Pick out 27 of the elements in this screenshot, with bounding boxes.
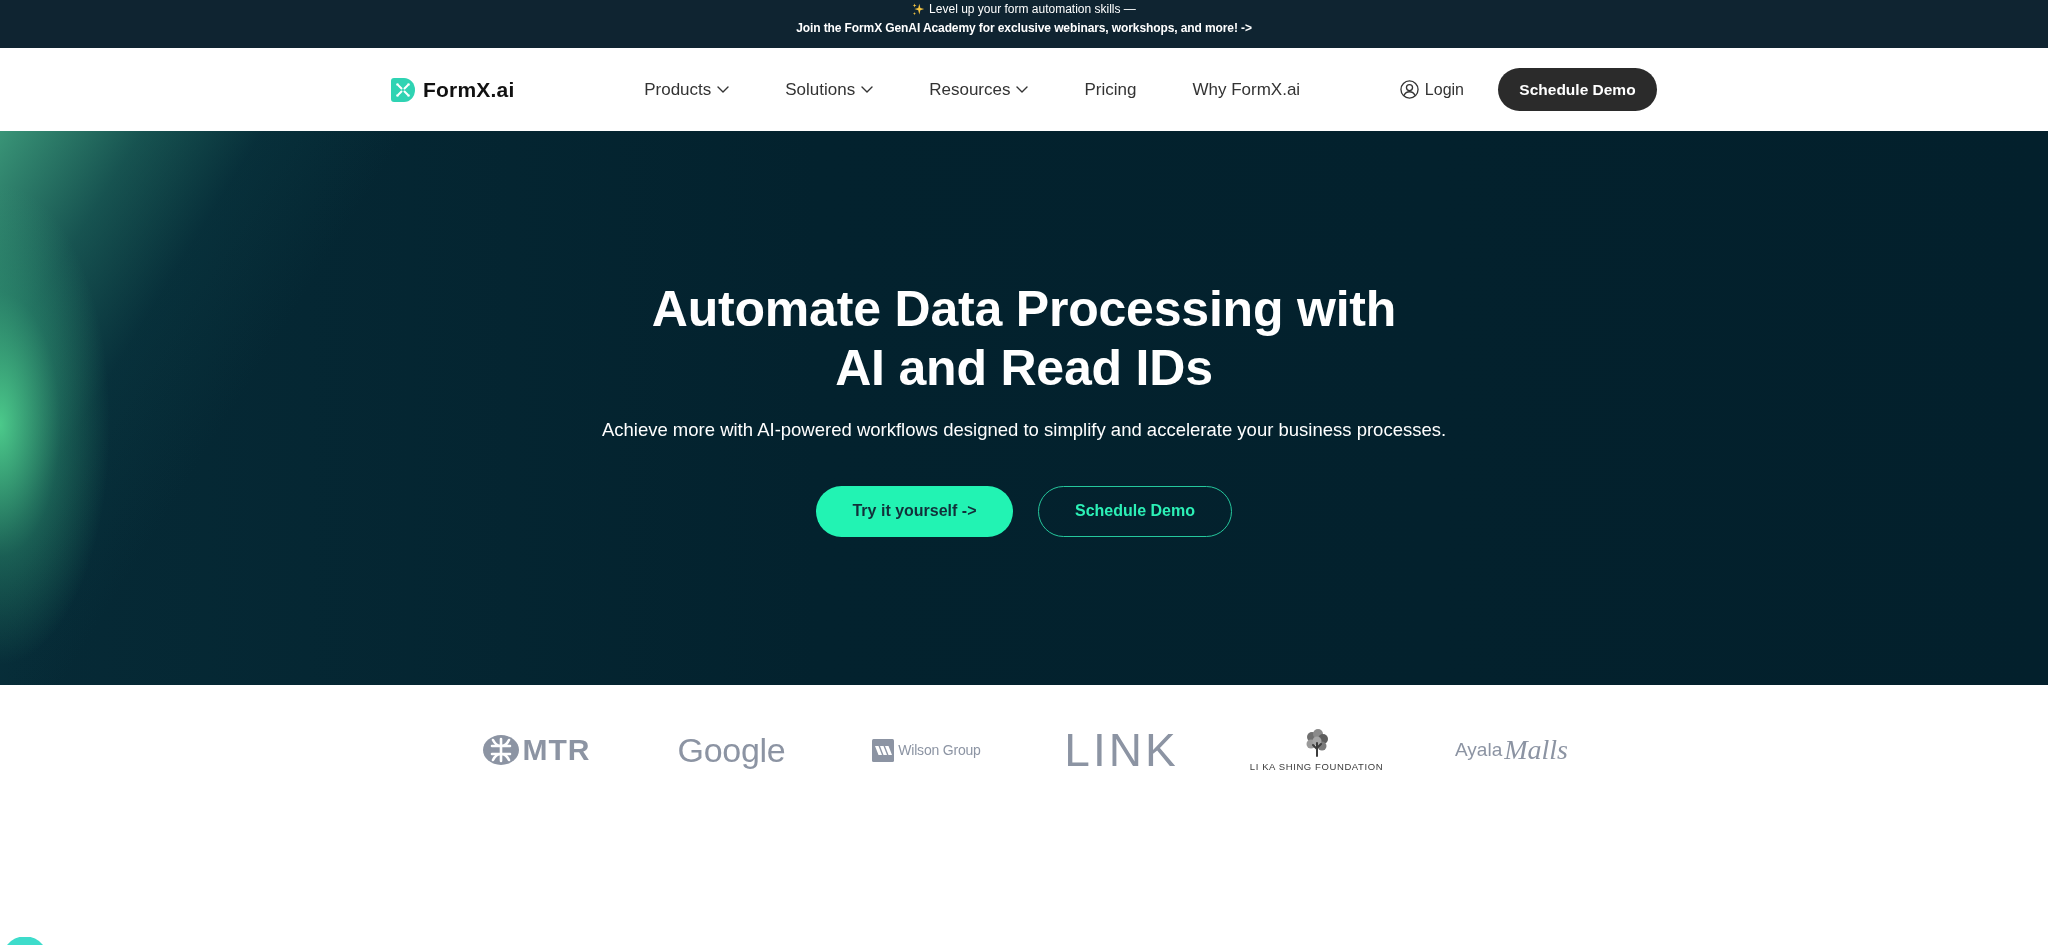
logo-script-wordmark: Malls [1504, 734, 1568, 766]
nav-link[interactable]: Solutions [785, 79, 874, 100]
schedule-demo-button[interactable]: Schedule Demo [1498, 68, 1657, 111]
brand-logo-link[interactable]: FormX.ai [391, 77, 515, 102]
hero-subtitle: Achieve more with AI-powered workflows designed to simplify and accelerate your business processes. [601, 417, 1447, 442]
banner-text: Level up your form automation skills — [929, 1, 1136, 18]
logo-wordmark: Ayala [1455, 739, 1503, 761]
login-link[interactable]: Login [1399, 80, 1464, 99]
logo-wordmark: Wilson Group [898, 742, 981, 758]
logo-icon [391, 77, 415, 102]
nav-link[interactable]: Resources [929, 79, 1029, 100]
sparkle-icon [912, 3, 926, 16]
chat-launcher-button[interactable] [7, 937, 43, 945]
nav-link[interactable]: Pricing [1084, 79, 1137, 100]
logo-wordmark: LINK [1064, 727, 1179, 773]
primary-button[interactable]: Try it yourself -> [816, 485, 1013, 537]
user-icon [1399, 80, 1419, 99]
hero-heading: Automate Data Processing with AI and Read IDs [650, 279, 1398, 398]
logo-wordmark: MTR [522, 735, 591, 765]
nav-link[interactable]: Products [644, 79, 730, 100]
banner-link[interactable]: Join the FormX GenAI Academy for exclusive webinars, workshops, and more! -> [796, 19, 1252, 38]
tree-icon [1304, 728, 1329, 757]
nav-link[interactable]: Why FormX.ai [1192, 79, 1301, 100]
logo-wordmark: LI KA SHING FOUNDATION [1249, 761, 1384, 772]
striped-square-icon [872, 738, 895, 762]
logo-wordmark: Google [677, 733, 786, 767]
roundel-emblem-icon [482, 735, 519, 765]
